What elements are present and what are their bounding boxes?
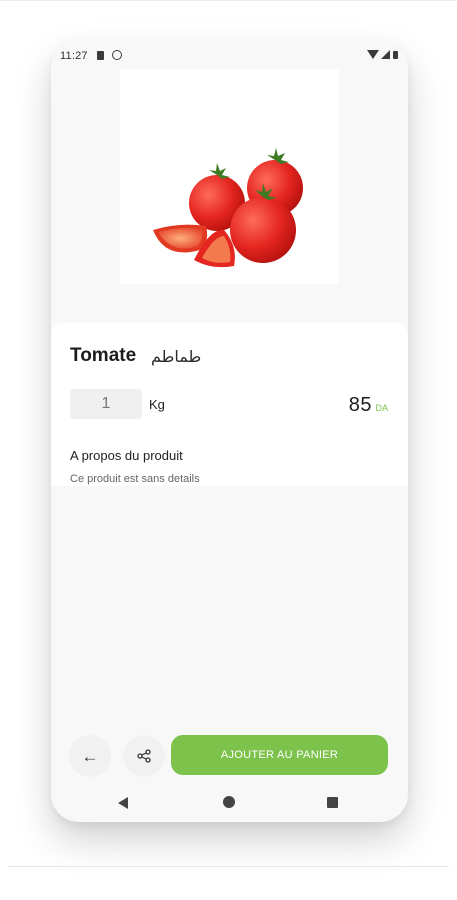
signal-icon bbox=[381, 50, 390, 59]
about-text: Ce produit est sans details bbox=[70, 473, 200, 485]
bottom-divider bbox=[8, 866, 449, 867]
quantity-input[interactable]: 1 bbox=[70, 389, 142, 419]
top-divider bbox=[0, 0, 457, 1]
about-heading: A propos du produit bbox=[70, 448, 183, 463]
unit-label: Kg bbox=[149, 397, 165, 412]
status-bar: 11:27 bbox=[51, 48, 408, 66]
wifi-icon bbox=[367, 50, 379, 59]
nav-back-icon[interactable] bbox=[118, 797, 128, 809]
add-to-cart-button[interactable]: AJOUTER AU PANIER bbox=[171, 735, 388, 775]
nav-home-icon[interactable] bbox=[223, 796, 235, 808]
phone-screen: 11:27 Tomate طماطم 1 Kg 85 DA A propos d… bbox=[51, 40, 408, 822]
product-price: 85 bbox=[348, 394, 372, 416]
product-image bbox=[120, 70, 339, 284]
status-time: 11:27 bbox=[60, 50, 88, 62]
do-not-disturb-icon bbox=[112, 50, 122, 60]
battery-icon bbox=[393, 51, 398, 59]
tomatoes-image bbox=[153, 148, 303, 268]
product-name-arabic: طماطم bbox=[151, 347, 202, 366]
back-button[interactable]: ← bbox=[69, 735, 111, 777]
sd-card-icon bbox=[97, 51, 104, 60]
share-button[interactable] bbox=[123, 735, 165, 777]
arrow-left-icon: ← bbox=[81, 746, 99, 766]
share-icon bbox=[137, 749, 151, 763]
currency-label: DA bbox=[375, 403, 388, 413]
product-name: Tomate bbox=[70, 345, 137, 366]
product-details-card: Tomate طماطم 1 Kg 85 DA A propos du prod… bbox=[51, 323, 408, 486]
nav-recent-icon[interactable] bbox=[327, 797, 338, 808]
